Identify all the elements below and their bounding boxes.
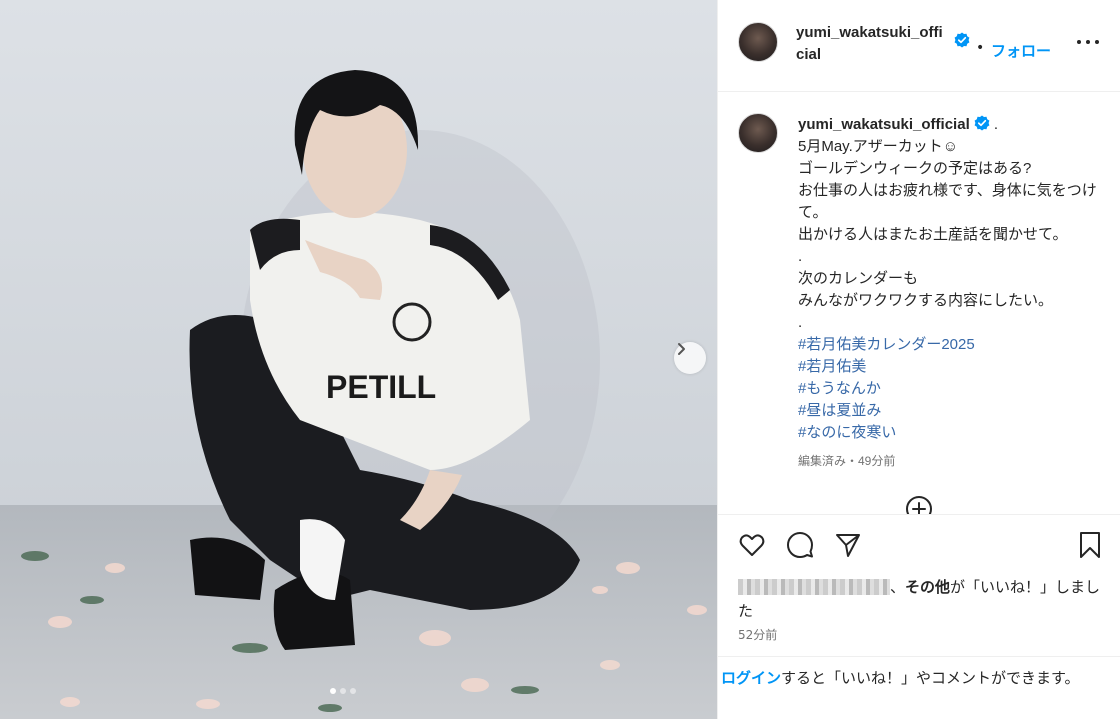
login-prompt: ログインすると「いいね！」やコメントができます。 <box>718 656 1120 719</box>
avatar[interactable] <box>738 22 778 62</box>
carousel-dot <box>350 688 356 694</box>
more-icon <box>1077 40 1081 44</box>
caption-meta: 編集済み・49分前 <box>798 454 896 468</box>
comment-icon[interactable] <box>786 531 814 559</box>
post-timestamp: 52分前 <box>738 628 778 642</box>
post-header: yumi_wakatsuki_official • フォロー <box>718 0 1120 92</box>
caption-avatar[interactable] <box>738 113 778 153</box>
hashtag-link[interactable]: #若月佑美 <box>798 356 1108 378</box>
chevron-right-icon <box>678 343 685 355</box>
hashtag-link[interactable]: #昼は夏並み <box>798 400 1108 422</box>
caption-line: 次のカレンダーも <box>798 270 919 287</box>
login-prompt-text: すると「いいね！」やコメントができます。 <box>781 670 1080 687</box>
caption-line: みんながワクワクする内容にしたい。 <box>798 292 1054 309</box>
header-separator: • <box>976 40 985 56</box>
likes-others-link[interactable]: その他 <box>905 579 950 596</box>
caption-line: 5月May.アザーカット☺ <box>798 138 959 155</box>
caption-line: . <box>798 248 803 265</box>
follow-button[interactable]: フォロー <box>991 40 1051 61</box>
caption: yumi_wakatsuki_official . 5月May.アザーカット☺ … <box>798 114 1108 472</box>
caption-line: ゴールデンウィークの予定はある? <box>798 160 1032 177</box>
caption-line: お仕事の人はお疲れ様です、身体に気をつけて。 <box>798 182 1097 221</box>
svg-text:PETILL: PETILL <box>326 369 436 405</box>
more-icon-dot <box>1095 40 1099 44</box>
post-sidebar: yumi_wakatsuki_official • フォロー yumi_waka… <box>717 0 1120 719</box>
hashtag-link[interactable]: #もうなんか <box>798 378 1108 400</box>
carousel-dot <box>340 688 346 694</box>
login-link[interactable]: ログイン <box>721 670 781 687</box>
likes-summary: 、その他が「いいね！」しました <box>738 579 1101 620</box>
add-comment-icon[interactable] <box>904 494 934 514</box>
verified-badge-icon <box>974 115 990 131</box>
hashtag-link[interactable]: #なのに夜寒い <box>798 422 1108 444</box>
next-photo-button[interactable] <box>674 342 706 374</box>
action-bar <box>718 514 1120 574</box>
more-options-button[interactable] <box>1077 36 1099 48</box>
heart-icon[interactable] <box>738 531 766 559</box>
more-icon-dot <box>1086 40 1090 44</box>
share-icon[interactable] <box>834 531 862 559</box>
caption-username[interactable]: yumi_wakatsuki_official <box>798 116 970 133</box>
hashtag-link[interactable]: #若月佑美カレンダー2025 <box>798 334 1108 356</box>
verified-badge-icon <box>954 32 970 48</box>
header-username[interactable]: yumi_wakatsuki_official <box>796 22 950 66</box>
post-photo-image: PETILL <box>0 0 717 719</box>
post-photo[interactable]: PETILL <box>0 0 717 719</box>
carousel-dots <box>330 688 356 694</box>
liked-by-users-blurred <box>738 579 890 595</box>
caption-line: 出かける人はまたお土産話を聞かせて。 <box>798 226 1068 243</box>
caption-section: yumi_wakatsuki_official . 5月May.アザーカット☺ … <box>718 92 1120 514</box>
bookmark-icon[interactable] <box>1076 531 1104 559</box>
caption-line: . <box>798 314 803 331</box>
carousel-dot <box>330 688 336 694</box>
